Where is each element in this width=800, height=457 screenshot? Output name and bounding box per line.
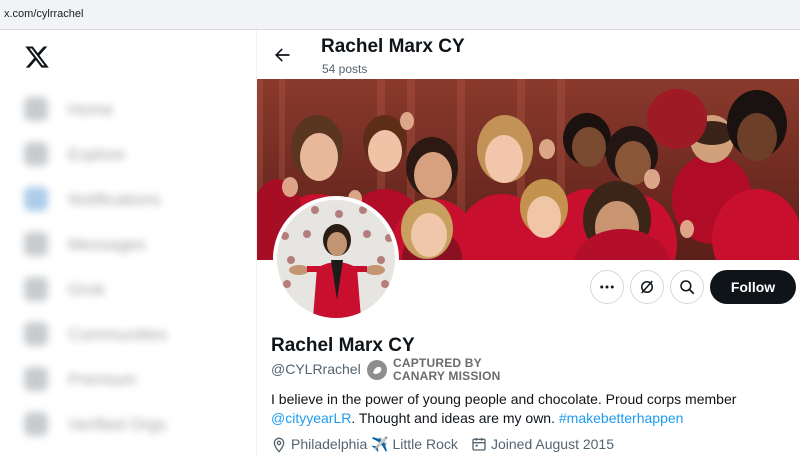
sidebar-item-home[interactable]: Home — [22, 92, 222, 126]
more-button[interactable] — [590, 270, 624, 304]
home-icon — [24, 97, 48, 121]
sidebar-item-label: Verified Orgs — [68, 415, 167, 434]
mail-icon — [24, 232, 48, 256]
sidebar-item-messages[interactable]: Messages — [22, 227, 222, 261]
sidebar: Home Explore Notifications Messages Grok… — [0, 30, 256, 457]
sidebar-item-label: Grok — [68, 280, 105, 299]
lightning-icon — [24, 412, 48, 436]
profile-handle: @CYLRrachel — [271, 361, 361, 377]
bell-icon — [24, 187, 48, 211]
grok-button[interactable] — [630, 270, 664, 304]
location-pin-icon — [273, 437, 285, 453]
x-icon — [24, 367, 48, 391]
sidebar-item-communities[interactable]: Communities — [22, 317, 222, 351]
arrow-left-icon — [275, 48, 290, 62]
x-logo-icon[interactable] — [24, 44, 50, 70]
sidebar-item-label: Explore — [68, 145, 126, 164]
avatar-photo — [277, 200, 395, 318]
hashtag-link[interactable]: #makebetterhappen — [559, 410, 684, 426]
search-profile-button[interactable] — [670, 270, 704, 304]
header-profile-name: Rachel Marx CY — [321, 36, 465, 57]
mention-link[interactable]: @cityyearLR — [271, 410, 351, 426]
profile-name: Rachel Marx CY — [271, 335, 415, 356]
joined-text: Joined August 2015 — [491, 436, 614, 452]
url-text[interactable]: x.com/cylrrachel — [4, 8, 83, 20]
location-item: Philadelphia ✈️ Little Rock — [271, 436, 458, 453]
sidebar-item-grok[interactable]: Grok — [22, 272, 222, 306]
browser-address-bar[interactable]: x.com/cylrrachel — [0, 0, 800, 30]
profile-column: Rachel Marx CY 54 posts Follow Rachel Ma… — [256, 30, 800, 457]
canary-badge-text: CAPTURED BY CANARY MISSION — [393, 356, 501, 383]
location-text: Philadelphia ✈️ Little Rock — [291, 436, 458, 452]
grok-icon — [24, 277, 48, 301]
sidebar-item-label: Premium — [68, 370, 137, 389]
search-icon — [680, 280, 695, 295]
sidebar-item-verified-orgs[interactable]: Verified Orgs — [22, 407, 222, 441]
canary-bird-icon — [367, 360, 387, 380]
more-icon — [600, 285, 614, 289]
sidebar-item-premium[interactable]: Premium — [22, 362, 222, 396]
sidebar-item-label: Notifications — [68, 190, 161, 209]
joined-item: Joined August 2015 — [471, 436, 614, 452]
profile-bio: I believe in the power of young people a… — [271, 391, 737, 426]
header-post-count: 54 posts — [322, 62, 368, 76]
people-icon — [24, 322, 48, 346]
profile-header-bar: Rachel Marx CY 54 posts — [257, 30, 800, 80]
profile-avatar[interactable] — [273, 196, 399, 322]
sidebar-item-label: Communities — [68, 325, 168, 344]
sidebar-item-notifications[interactable]: Notifications — [22, 182, 222, 216]
sidebar-item-explore[interactable]: Explore — [22, 137, 222, 171]
back-button[interactable] — [269, 42, 295, 68]
sidebar-item-label: Home — [68, 100, 114, 119]
calendar-icon — [472, 438, 486, 451]
search-icon — [24, 142, 48, 166]
sidebar-item-label: Messages — [68, 235, 146, 254]
follow-button[interactable]: Follow — [710, 270, 796, 304]
grok-icon — [641, 280, 653, 294]
